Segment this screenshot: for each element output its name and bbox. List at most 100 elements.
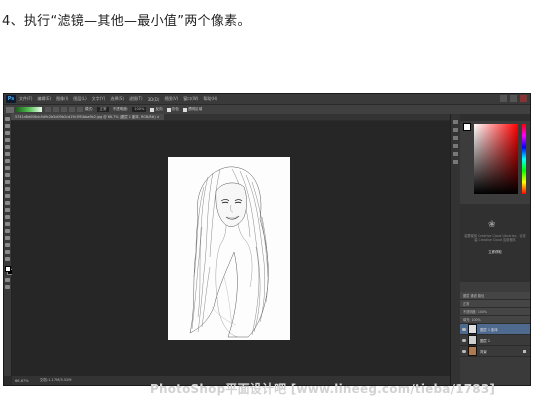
dodge-tool-icon[interactable]	[5, 208, 10, 212]
mode-select[interactable]: 正常	[97, 107, 109, 112]
gradient-tool-icon[interactable]	[6, 106, 14, 113]
layer-thumbnail	[468, 324, 477, 334]
hand-tool-icon[interactable]	[5, 243, 10, 247]
menu-type[interactable]: 文字(Y)	[92, 96, 106, 102]
menu-image[interactable]: 图像(I)	[56, 96, 68, 102]
menu-view[interactable]: 视图(V)	[164, 96, 178, 102]
eye-icon[interactable]	[462, 349, 466, 353]
reflected-gradient-icon[interactable]	[69, 107, 75, 112]
more-tools-icon[interactable]	[5, 257, 10, 261]
brush-panel-icon[interactable]	[453, 160, 458, 164]
eye-icon[interactable]	[462, 327, 466, 331]
document-tab[interactable]: 5741d8d008cb5d9c2b5d09b2cd19c3ff1bba9b2.…	[11, 114, 164, 120]
layer-thumbnail	[468, 335, 477, 345]
layer-name: 背景	[480, 349, 487, 354]
info-panel-icon[interactable]	[453, 136, 458, 140]
menu-file[interactable]: 文件(F)	[19, 96, 32, 102]
libraries-panel: ❀ 若要使用 Creative Cloud Libraries，请安装 Crea…	[460, 204, 530, 282]
layer-fill[interactable]: 填充: 100%	[460, 316, 530, 324]
mode-label: 模式:	[85, 107, 94, 111]
canvas-area[interactable]	[12, 121, 450, 376]
layer-opacity[interactable]: 不透明度: 100%	[460, 308, 530, 316]
reverse-checkbox[interactable]	[150, 107, 155, 112]
menu-layer[interactable]: 图层(L)	[73, 96, 86, 102]
toolbox	[4, 114, 13, 376]
eyedropper-tool-icon[interactable]	[5, 152, 10, 156]
diamond-gradient-icon[interactable]	[77, 107, 83, 112]
move-tool-icon[interactable]	[5, 117, 10, 121]
minimize-icon[interactable]	[500, 95, 507, 102]
layers-panel-tabs[interactable]: 图层 通道 路径	[460, 292, 530, 300]
hue-slider[interactable]	[522, 124, 526, 194]
paragraph-panel-icon[interactable]	[453, 144, 458, 148]
gradient-tool-icon[interactable]	[5, 194, 10, 198]
linear-gradient-icon[interactable]	[45, 107, 51, 112]
crop-tool-icon[interactable]	[5, 145, 10, 149]
color-panel-fg-swatch[interactable]	[463, 123, 471, 131]
quick-mask-icon[interactable]	[5, 278, 10, 282]
layers-panel: 图层 通道 路径 正常 不透明度: 100% 填充: 100% 图层 1 副本 …	[460, 292, 530, 385]
document-size: 文档:1.17M/3.52M	[39, 378, 72, 382]
zoom-level[interactable]: 66.67%	[15, 379, 29, 383]
screen-mode-icon[interactable]	[5, 285, 10, 289]
marquee-tool-icon[interactable]	[5, 124, 10, 128]
menu-bar: Ps 文件(F) 编辑(E) 图像(I) 图层(L) 文字(Y) 选择(S) 滤…	[4, 94, 530, 104]
layer-blend-mode[interactable]: 正常	[460, 300, 530, 308]
layer-row[interactable]: 图层 1	[460, 335, 530, 346]
healing-brush-tool-icon[interactable]	[5, 159, 10, 163]
libraries-message: 若要使用 Creative Cloud Libraries，请安装 Creati…	[464, 234, 526, 242]
lock-icon	[523, 349, 526, 353]
layer-row[interactable]: 图层 1 副本	[460, 324, 530, 335]
window-controls	[500, 95, 527, 102]
menu-filter[interactable]: 滤镜(T)	[129, 96, 143, 102]
right-panels: ❀ 若要使用 Creative Cloud Libraries，请安装 Crea…	[460, 114, 530, 385]
radial-gradient-icon[interactable]	[53, 107, 59, 112]
eye-icon[interactable]	[462, 338, 466, 342]
foreground-color-swatch[interactable]	[5, 266, 11, 272]
watermark: PhotoShop平面设计吧 [www.lineeg.com/tieba/178…	[150, 382, 496, 396]
get-app-link[interactable]: 立即获取	[464, 249, 526, 254]
instruction-text: 4、执行“滤镜—其他—最小值”两个像素。	[2, 14, 251, 29]
opacity-label: 不透明度:	[112, 107, 129, 111]
menu-edit[interactable]: 编辑(E)	[37, 96, 51, 102]
character-panel-icon[interactable]	[453, 152, 458, 156]
quick-select-tool-icon[interactable]	[5, 138, 10, 142]
gradient-picker[interactable]	[16, 107, 42, 112]
options-bar: 模式: 正常 不透明度: 100% 反向 仿色 透明区域	[4, 104, 530, 114]
clone-stamp-tool-icon[interactable]	[5, 173, 10, 177]
opacity-field[interactable]: 100%	[132, 107, 147, 112]
blur-tool-icon[interactable]	[5, 201, 10, 205]
close-icon[interactable]	[520, 95, 527, 102]
maximize-icon[interactable]	[510, 95, 517, 102]
creative-cloud-icon: ❀	[488, 220, 496, 230]
menu-3d[interactable]: 3D(D)	[148, 97, 160, 102]
zoom-tool-icon[interactable]	[5, 250, 10, 254]
sketch-portrait-image	[168, 157, 290, 340]
transparency-checkbox[interactable]	[182, 107, 187, 112]
photoshop-logo: Ps	[6, 95, 16, 103]
menu-help[interactable]: 帮助(H)	[203, 96, 217, 102]
color-picker-field[interactable]	[474, 124, 518, 194]
history-panel-icon[interactable]	[453, 120, 458, 124]
eraser-tool-icon[interactable]	[5, 187, 10, 191]
photoshop-window: Ps 文件(F) 编辑(E) 图像(I) 图层(L) 文字(Y) 选择(S) 滤…	[3, 93, 531, 386]
lasso-tool-icon[interactable]	[5, 131, 10, 135]
dither-checkbox[interactable]	[166, 107, 171, 112]
history-brush-tool-icon[interactable]	[5, 180, 10, 184]
layer-row[interactable]: 背景	[460, 346, 530, 357]
layer-thumbnail	[468, 346, 477, 356]
reverse-label: 反向	[155, 107, 163, 111]
path-select-tool-icon[interactable]	[5, 229, 10, 233]
angle-gradient-icon[interactable]	[61, 107, 67, 112]
menu-select[interactable]: 选择(S)	[110, 96, 124, 102]
document-canvas[interactable]	[168, 157, 290, 340]
menu-window[interactable]: 窗口(W)	[183, 96, 198, 102]
transparency-label: 透明区域	[187, 107, 203, 111]
properties-panel-icon[interactable]	[453, 128, 458, 132]
layer-name: 图层 1 副本	[480, 327, 498, 332]
type-tool-icon[interactable]	[5, 222, 10, 226]
shape-tool-icon[interactable]	[5, 236, 10, 240]
brush-tool-icon[interactable]	[5, 166, 10, 170]
color-panel-tab[interactable]	[460, 114, 530, 121]
pen-tool-icon[interactable]	[5, 215, 10, 219]
